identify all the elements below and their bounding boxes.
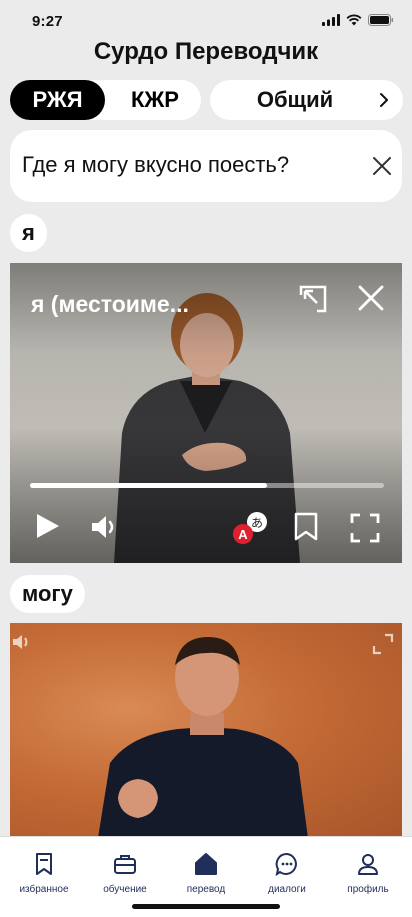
play-icon[interactable] <box>34 512 62 540</box>
battery-icon <box>368 14 394 26</box>
close-icon[interactable] <box>358 285 384 311</box>
status-time: 9:27 <box>32 13 63 30</box>
lang-option-kzhr[interactable]: КЖР <box>110 80 200 120</box>
video-frame <box>10 623 402 838</box>
chevron-right-icon <box>380 93 388 107</box>
lang-option-rzhya[interactable]: РЖЯ <box>10 80 105 120</box>
fullscreen-icon[interactable] <box>372 633 394 655</box>
fullscreen-icon[interactable] <box>350 513 380 543</box>
nav-label: диалоги <box>268 884 306 895</box>
signer-figure <box>98 637 308 838</box>
progress-fill <box>30 483 268 488</box>
nav-item-favorites[interactable]: избранное <box>3 851 85 895</box>
home-icon <box>195 853 217 875</box>
category-selector[interactable]: Общий <box>210 80 403 120</box>
sign-video-player[interactable] <box>10 623 402 838</box>
nav-item-learning[interactable]: обучение <box>84 851 166 895</box>
nav-label: обучение <box>103 884 147 895</box>
bookmark-icon <box>36 853 52 875</box>
video-title: я (местоиме... <box>31 291 189 317</box>
svg-text:あ: あ <box>251 516 263 530</box>
nav-item-profile[interactable]: профиль <box>327 851 409 895</box>
volume-icon[interactable] <box>12 633 34 651</box>
signal-icon <box>322 14 340 26</box>
exit-fullscreen-icon[interactable] <box>297 283 329 315</box>
translate-icon[interactable]: あ A <box>232 510 268 546</box>
nav-label: профиль <box>347 884 389 895</box>
user-icon <box>358 854 378 875</box>
volume-icon[interactable] <box>90 513 122 541</box>
progress-bar[interactable] <box>30 483 384 488</box>
category-label: Общий <box>256 87 334 112</box>
nav-label: перевод <box>186 884 226 895</box>
app-title: Сурдо Переводчик <box>93 38 319 65</box>
nav-item-translate[interactable]: перевод <box>165 851 247 895</box>
wifi-icon <box>346 14 362 26</box>
sign-video-player[interactable]: я (местоиме... あ A <box>10 263 402 563</box>
language-toggle: РЖЯ КЖР <box>10 80 201 120</box>
close-icon[interactable] <box>372 156 392 176</box>
nav-item-dialogs[interactable]: диалоги <box>246 851 328 895</box>
word-chip-ya: я <box>10 214 47 252</box>
nav-label: избранное <box>19 884 69 895</box>
bookmark-icon[interactable] <box>293 512 319 542</box>
query-card[interactable]: Где я могу вкусно поесть? <box>10 130 402 202</box>
chat-icon <box>275 852 297 877</box>
briefcase-icon <box>114 855 136 874</box>
query-text: Где я могу вкусно поесть? <box>22 152 290 177</box>
svg-text:A: A <box>238 527 248 542</box>
home-indicator <box>132 904 280 909</box>
word-chip-mogu: могу <box>10 575 85 613</box>
status-icons <box>322 14 394 26</box>
